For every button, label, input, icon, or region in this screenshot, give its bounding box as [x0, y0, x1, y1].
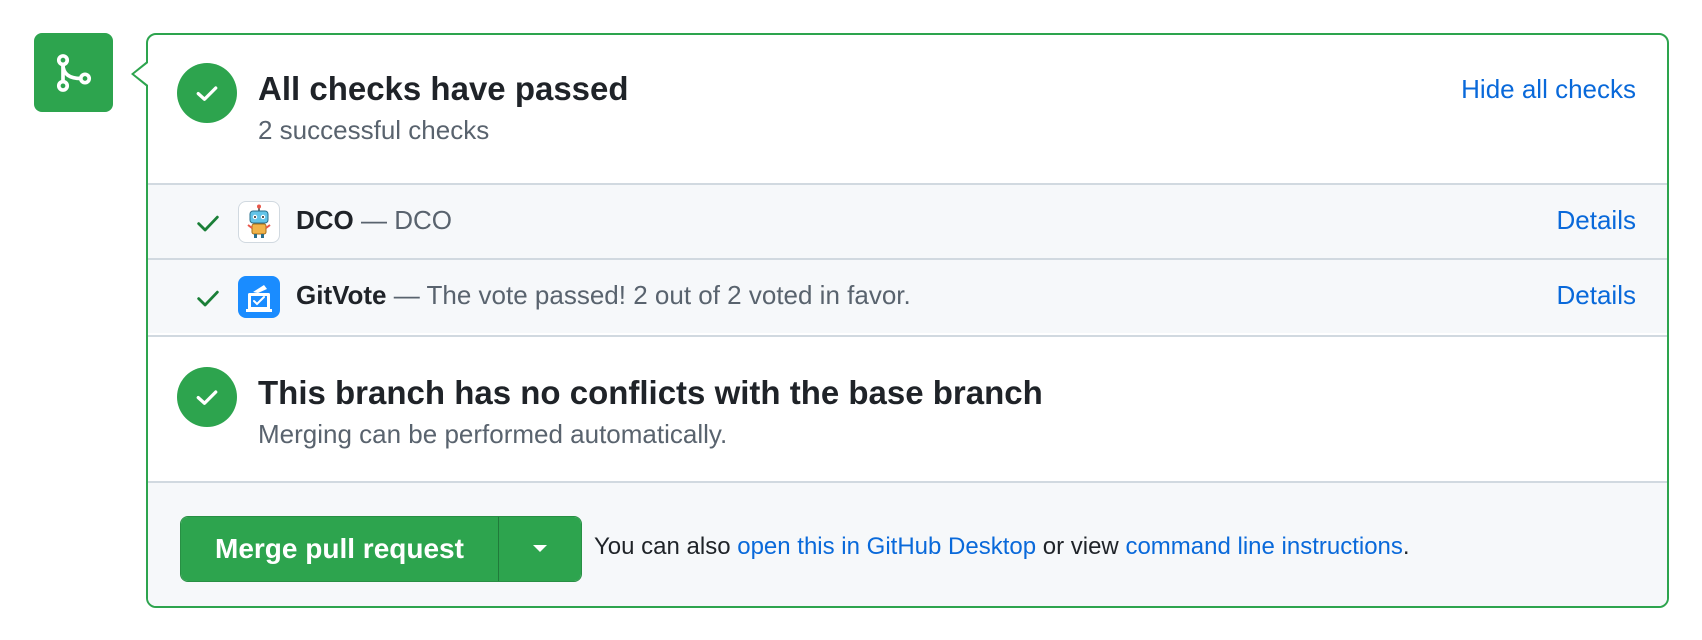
hint-prefix: You can also	[594, 533, 731, 560]
check-icon	[194, 284, 222, 317]
check-detail-text: DCO	[394, 205, 453, 235]
conflicts-subtitle: Merging can be performed automatically.	[258, 419, 728, 449]
hint-suffix: .	[1402, 533, 1410, 560]
checks-summary: All checks have passed 2 successful chec…	[148, 35, 1667, 183]
check-separator: —	[393, 280, 420, 310]
merge-actions: Merge pull request You can also open thi…	[148, 481, 1667, 606]
check-name: GitVote	[296, 280, 387, 310]
merge-hint: You can also open this in GitHub Desktop…	[594, 533, 1410, 561]
check-detail-text: The vote passed! 2 out of 2 voted in fav…	[426, 280, 911, 310]
merge-options-dropdown[interactable]	[497, 517, 581, 581]
check-row-gitvote: GitVote — The vote passed! 2 out of 2 vo…	[148, 258, 1667, 333]
open-in-desktop-link[interactable]: open this in GitHub Desktop	[737, 533, 1036, 560]
details-link-gitvote[interactable]: Details	[1557, 280, 1636, 311]
checks-success-icon	[177, 63, 237, 123]
conflicts-summary: This branch has no conflicts with the ba…	[148, 335, 1667, 484]
check-name: DCO	[296, 205, 354, 235]
merge-status-box: All checks have passed 2 successful chec…	[146, 33, 1669, 608]
ballot-box-icon	[238, 276, 280, 318]
merge-button-group: Merge pull request	[180, 516, 582, 582]
robot-icon	[238, 201, 280, 243]
checks-title: All checks have passed	[258, 70, 629, 107]
conflicts-title: This branch has no conflicts with the ba…	[258, 374, 1043, 411]
check-icon	[194, 209, 222, 242]
check-row-dco: DCO — DCO Details	[148, 183, 1667, 258]
details-link-dco[interactable]: Details	[1557, 205, 1636, 236]
merge-pull-request-button[interactable]: Merge pull request	[181, 517, 498, 581]
check-description: GitVote — The vote passed! 2 out of 2 vo…	[296, 280, 911, 311]
box-pointer-fill	[134, 63, 148, 85]
check-description: DCO — DCO	[296, 205, 452, 236]
hide-all-checks-link[interactable]: Hide all checks	[1461, 74, 1636, 105]
conflicts-success-icon	[177, 367, 237, 427]
hint-middle: or view	[1042, 533, 1119, 560]
checks-subtitle: 2 successful checks	[258, 115, 490, 145]
caret-down-icon	[532, 545, 547, 552]
git-merge-icon	[34, 33, 113, 112]
check-separator: —	[361, 205, 388, 235]
command-line-instructions-link[interactable]: command line instructions	[1125, 533, 1402, 560]
